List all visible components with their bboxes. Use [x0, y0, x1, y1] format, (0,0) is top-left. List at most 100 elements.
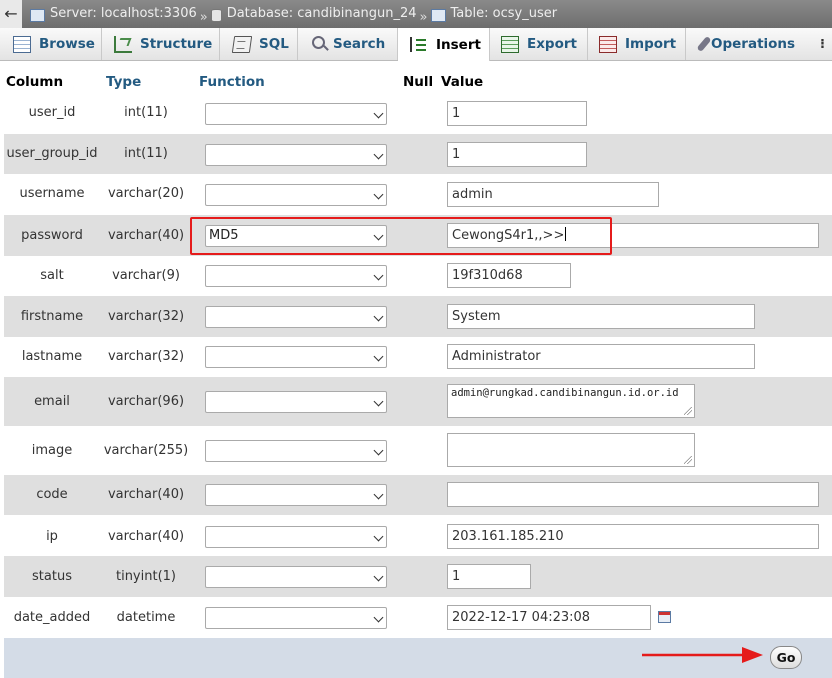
back-arrow-icon[interactable]: ←	[0, 0, 22, 28]
function-select[interactable]	[205, 391, 387, 413]
table-row: user_group_id int(11) 1	[4, 134, 832, 174]
function-select[interactable]	[205, 265, 387, 287]
table-row: salt varchar(9) 19f310d68	[4, 256, 832, 296]
column-name: password	[21, 228, 83, 243]
column-name: lastname	[21, 349, 83, 364]
server-icon	[30, 8, 45, 22]
breadcrumb-database[interactable]: Database: candibinangun_24	[210, 0, 417, 28]
chevron-down-icon	[373, 445, 384, 456]
header-column: Column	[6, 74, 64, 90]
email-textarea[interactable]: admin@rungkad.candibinangun.id.or.id	[447, 384, 695, 418]
table-row: image varchar(255)	[4, 426, 832, 475]
breadcrumb-database-label[interactable]: Database: candibinangun_24	[227, 0, 417, 28]
function-select[interactable]	[205, 306, 387, 328]
value-input[interactable]: 19f310d68	[447, 263, 571, 288]
function-select[interactable]: MD5	[205, 225, 387, 247]
tab-structure[interactable]: Structure	[102, 28, 220, 60]
column-type: varchar(20)	[107, 186, 185, 201]
function-select[interactable]	[205, 440, 387, 462]
sql-icon	[231, 35, 253, 53]
table-row: firstname varchar(32) System	[4, 296, 832, 337]
tab-insert[interactable]: Insert	[398, 28, 490, 61]
table-row: password varchar(40) MD5 CewongS4r1,,>>	[4, 215, 832, 256]
table-row: code varchar(40)	[4, 475, 832, 515]
function-select[interactable]	[205, 184, 387, 206]
column-type: varchar(40)	[107, 228, 185, 243]
function-select[interactable]	[205, 607, 387, 629]
value-input[interactable]: 1	[447, 142, 587, 167]
function-select[interactable]	[205, 566, 387, 588]
column-type: varchar(255)	[103, 443, 189, 458]
chevron-down-icon	[373, 189, 384, 200]
breadcrumb-separator: »	[199, 9, 208, 25]
tab-bar: Browse Structure SQL Search Insert Expor…	[0, 28, 832, 61]
tab-import[interactable]: Import	[588, 28, 686, 60]
value-input[interactable]	[447, 482, 819, 507]
chevron-down-icon	[373, 108, 384, 119]
table-row: username varchar(20) admin	[4, 174, 832, 215]
chevron-down-icon	[373, 489, 384, 500]
tab-label: Export	[527, 36, 577, 52]
resize-grip-icon[interactable]	[684, 456, 692, 464]
tab-label: Browse	[39, 36, 95, 52]
function-select[interactable]	[205, 526, 387, 548]
calendar-icon[interactable]	[658, 611, 671, 623]
function-select[interactable]	[205, 346, 387, 368]
column-name: email	[34, 394, 70, 409]
header-function[interactable]: Function	[199, 74, 265, 90]
header-null: Null	[403, 74, 434, 90]
tab-browse[interactable]: Browse	[0, 28, 102, 60]
header-value: Value	[441, 74, 484, 90]
image-textarea[interactable]	[447, 433, 695, 467]
resize-grip-icon[interactable]	[684, 407, 692, 415]
value-input[interactable]: admin	[447, 182, 659, 207]
breadcrumb-table[interactable]: Table: ocsy_user	[430, 0, 558, 28]
table-row: email varchar(96) admin@rungkad.candibin…	[4, 377, 832, 426]
breadcrumb-server-label[interactable]: Server: localhost:3306	[50, 0, 197, 28]
function-value: MD5	[209, 228, 239, 243]
value-text: CewongS4r1,,>>	[452, 228, 565, 243]
chevron-down-icon	[373, 230, 384, 241]
tab-operations[interactable]: Operations	[686, 28, 816, 60]
chevron-down-icon	[373, 571, 384, 582]
tab-search[interactable]: Search	[298, 28, 398, 60]
chevron-down-icon	[373, 311, 384, 322]
structure-icon	[114, 35, 132, 53]
value-input[interactable]: 1	[447, 564, 531, 589]
password-input[interactable]: CewongS4r1,,>>	[447, 223, 819, 248]
column-type: varchar(40)	[107, 487, 185, 502]
value-input[interactable]: 2022-12-17 04:23:08	[447, 605, 651, 630]
value-input[interactable]: System	[447, 304, 755, 329]
more-tabs-icon[interactable]: ⁝	[820, 37, 832, 52]
insert-icon	[410, 37, 428, 52]
breadcrumb: Server: localhost:3306» Database: candibi…	[30, 0, 557, 28]
column-name: ip	[46, 529, 58, 544]
function-select[interactable]	[205, 144, 387, 166]
tab-label: Insert	[436, 36, 481, 53]
value-input[interactable]: 1	[447, 101, 587, 126]
chevron-down-icon	[373, 351, 384, 362]
breadcrumb-table-label[interactable]: Table: ocsy_user	[451, 0, 558, 28]
column-name: date_added	[13, 610, 91, 625]
import-icon	[599, 35, 617, 53]
chevron-down-icon	[373, 396, 384, 407]
tab-sql[interactable]: SQL	[220, 28, 298, 60]
function-select[interactable]	[205, 484, 387, 506]
annotation-arrow-icon	[642, 647, 763, 663]
database-icon	[210, 8, 222, 22]
function-select[interactable]	[205, 103, 387, 125]
value-input[interactable]: Administrator	[447, 344, 755, 369]
header-type[interactable]: Type	[106, 74, 141, 90]
column-type: varchar(40)	[107, 529, 185, 544]
value-input[interactable]: 203.161.185.210	[447, 524, 819, 549]
breadcrumb-server[interactable]: Server: localhost:3306	[30, 0, 197, 28]
table-row: ip varchar(40) 203.161.185.210	[4, 515, 832, 556]
column-type: tinyint(1)	[115, 569, 176, 584]
text-caret	[565, 227, 567, 241]
tab-label: Search	[333, 36, 386, 52]
column-name: status	[32, 569, 72, 584]
table-row: user_id int(11) 1	[4, 94, 832, 134]
tab-export[interactable]: Export	[490, 28, 588, 60]
column-type: varchar(9)	[112, 268, 180, 283]
go-button[interactable]: Go	[770, 646, 802, 669]
